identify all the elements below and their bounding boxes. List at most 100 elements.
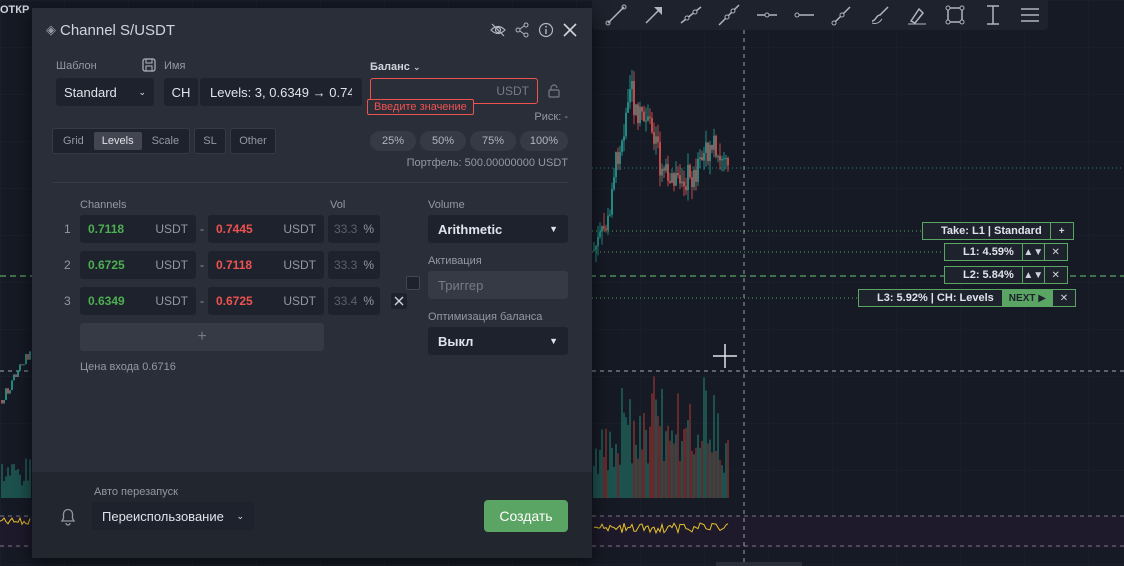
level-handle[interactable] bbox=[859, 290, 869, 306]
name-value: Levels: 3, 0.6349 → 0.74 bbox=[210, 84, 352, 100]
volume-bar bbox=[653, 376, 655, 498]
candle-body bbox=[605, 228, 607, 231]
tab-scale[interactable]: Scale bbox=[144, 132, 188, 150]
channel-low-value: 0.6349 bbox=[88, 294, 125, 308]
channel-checkbox[interactable] bbox=[406, 276, 420, 290]
level-handle[interactable] bbox=[923, 223, 933, 239]
volume-bar bbox=[703, 377, 705, 498]
close-icon[interactable] bbox=[562, 22, 578, 38]
activation-input[interactable]: Триггер bbox=[428, 271, 568, 299]
rectangle-tool-icon[interactable] bbox=[937, 1, 973, 29]
level-1-move-arrows[interactable]: ▲▼ bbox=[1023, 244, 1045, 260]
trend-line-tool-icon[interactable] bbox=[598, 1, 634, 29]
bell-icon[interactable] bbox=[58, 506, 78, 526]
add-channel-button[interactable]: + bbox=[80, 323, 324, 351]
channel-vol-input[interactable]: 33.4% bbox=[328, 287, 380, 315]
eye-hidden-icon[interactable] bbox=[490, 22, 506, 38]
name-input[interactable]: Levels: 3, 0.6349 → 0.74 bbox=[200, 78, 362, 106]
level-2-move-arrows[interactable]: ▲▼ bbox=[1023, 267, 1045, 283]
channel-low-input[interactable]: 0.6725 USDT bbox=[80, 251, 196, 279]
next-button[interactable]: NEXT ▶ bbox=[1002, 290, 1053, 306]
level-2-label[interactable]: L2: 5.84% ▲▼ ✕ bbox=[944, 266, 1068, 284]
volume-bar bbox=[625, 417, 627, 498]
percent-75-button[interactable]: 75% bbox=[470, 131, 516, 151]
channel-high-value: 0.7445 bbox=[216, 222, 253, 236]
volume-select[interactable]: Arithmetic ▼ bbox=[428, 215, 568, 243]
channel-vol-input[interactable]: 33.3% bbox=[328, 251, 380, 279]
volume-bar bbox=[613, 466, 615, 498]
candle-body bbox=[723, 158, 725, 160]
volume-bar bbox=[17, 469, 19, 498]
risk-label: Риск: - bbox=[534, 111, 568, 123]
remove-row-icon[interactable] bbox=[391, 293, 407, 309]
candle-body bbox=[627, 102, 629, 113]
horizontal-ray-tool-icon[interactable] bbox=[749, 1, 785, 29]
vol-label: Vol bbox=[330, 199, 346, 211]
highlighter-tool-icon[interactable] bbox=[899, 1, 935, 29]
level-handle[interactable] bbox=[945, 244, 955, 260]
percent-100-button[interactable]: 100% bbox=[520, 131, 568, 151]
volume-bar bbox=[691, 450, 693, 498]
volume-bar bbox=[15, 470, 17, 498]
level-1-label[interactable]: L1: 4.59% ▲▼ ✕ bbox=[944, 243, 1068, 261]
candle-body bbox=[9, 390, 11, 394]
channel-low-input[interactable]: 0.7118 USDT bbox=[80, 215, 196, 243]
volume-bar bbox=[27, 480, 29, 498]
percent-25-button[interactable]: 25% bbox=[370, 131, 416, 151]
candle-body bbox=[637, 104, 639, 124]
level-handle[interactable] bbox=[945, 267, 955, 283]
channel-low-input[interactable]: 0.6349 USDT bbox=[80, 287, 196, 315]
brush-tool-icon[interactable] bbox=[862, 1, 898, 29]
chevron-down-icon: ▼ bbox=[549, 336, 558, 346]
lock-icon[interactable] bbox=[540, 78, 568, 104]
candle-body bbox=[21, 364, 23, 366]
candle-body bbox=[725, 158, 727, 160]
candle-body bbox=[719, 155, 721, 161]
candle-body bbox=[23, 364, 25, 366]
volume-bar bbox=[719, 460, 721, 498]
take-level-text: Take: L1 | Standard bbox=[933, 223, 1051, 239]
info-icon[interactable] bbox=[538, 22, 554, 38]
tab-grid[interactable]: Grid bbox=[55, 132, 92, 150]
dialog-header: ◈ Channel S/USDT bbox=[32, 8, 592, 52]
horizontal-line-tool-icon[interactable] bbox=[786, 1, 822, 29]
channel-high-input[interactable]: 0.6725 USDT bbox=[208, 287, 324, 315]
create-button[interactable]: Создать bbox=[484, 500, 568, 532]
percent-50-button[interactable]: 50% bbox=[420, 131, 466, 151]
level-2-close-icon[interactable]: ✕ bbox=[1045, 267, 1067, 283]
share-icon[interactable] bbox=[514, 22, 530, 38]
save-template-icon[interactable] bbox=[142, 58, 156, 72]
auto-restart-select[interactable]: Переиспользование ⌄ bbox=[92, 502, 254, 530]
level-1-close-icon[interactable]: ✕ bbox=[1045, 244, 1067, 260]
level-3-label[interactable]: L3: 5.92% | CH: Levels NEXT ▶ ✕ bbox=[858, 289, 1076, 307]
channel-vol-value: 33.3 bbox=[334, 258, 358, 272]
ray-tool-icon[interactable] bbox=[673, 1, 709, 29]
tab-other[interactable]: Other bbox=[230, 128, 276, 154]
balance-optimization-select[interactable]: Выкл ▼ bbox=[428, 327, 568, 355]
level-3-close-icon[interactable]: ✕ bbox=[1053, 290, 1075, 306]
channel-vol-input[interactable]: 33.3% bbox=[328, 215, 380, 243]
tab-levels[interactable]: Levels bbox=[93, 132, 142, 150]
tab-sl[interactable]: SL bbox=[194, 128, 226, 154]
channel-unit: USDT bbox=[283, 222, 316, 236]
take-level-label[interactable]: Take: L1 | Standard + bbox=[922, 222, 1074, 240]
info-line-tool-icon[interactable] bbox=[824, 1, 860, 29]
volume-bar bbox=[671, 430, 673, 498]
balance-label[interactable]: Баланс ⌄ bbox=[370, 61, 421, 73]
add-take-button[interactable]: + bbox=[1051, 223, 1073, 239]
channel-high-input[interactable]: 0.7445 USDT bbox=[208, 215, 324, 243]
channel-high-input[interactable]: 0.7118 USDT bbox=[208, 251, 324, 279]
candle-body bbox=[609, 214, 611, 216]
template-select[interactable]: Standard ⌄ bbox=[56, 78, 154, 106]
percent-sign: % bbox=[363, 258, 374, 272]
price-range-tool-icon[interactable] bbox=[975, 1, 1011, 29]
extended-line-tool-icon[interactable] bbox=[711, 1, 747, 29]
candle-body bbox=[671, 173, 673, 183]
menu-lines-icon[interactable] bbox=[1012, 1, 1048, 29]
volume-bar bbox=[605, 428, 607, 498]
volume-bar bbox=[603, 457, 605, 498]
drawing-toolbar bbox=[592, 0, 1048, 30]
arrow-tool-icon[interactable] bbox=[636, 1, 672, 29]
drag-handle-icon[interactable]: ◈ bbox=[46, 22, 56, 38]
candle-body bbox=[633, 81, 635, 115]
